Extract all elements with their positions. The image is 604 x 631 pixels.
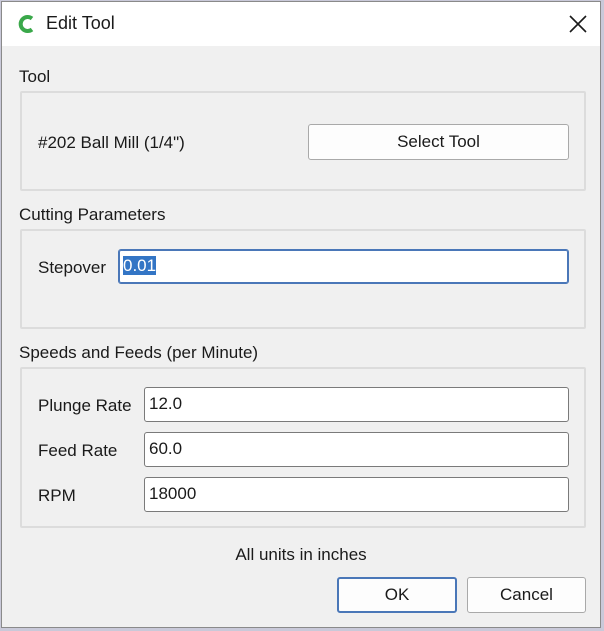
ok-button[interactable]: OK [337,577,457,613]
close-icon [569,15,587,33]
window-title: Edit Tool [46,13,115,33]
cancel-button[interactable]: Cancel [467,577,586,613]
stepover-label: Stepover [38,258,107,277]
plunge-rate-label: Plunge Rate [38,396,132,415]
rpm-input[interactable]: 18000 [144,477,569,512]
tool-name: #202 Ball Mill (1/4") [38,133,185,152]
cutting-parameters-group: Stepover 0.01 [20,229,586,329]
speeds-feeds-label: Speeds and Feeds (per Minute) [19,343,259,362]
tool-group: #202 Ball Mill (1/4") Select Tool [20,91,586,191]
title-bar: Edit Tool [2,2,600,46]
rpm-label: RPM [38,486,76,505]
tool-section-label: Tool [19,67,51,86]
select-tool-button[interactable]: Select Tool [308,124,569,160]
speeds-feeds-group: Plunge Rate 12.0 Feed Rate 60.0 RPM 1800… [20,367,586,528]
close-button[interactable] [554,2,600,46]
cutting-parameters-label: Cutting Parameters [19,205,166,224]
feed-rate-input[interactable]: 60.0 [144,432,569,467]
plunge-rate-input[interactable]: 12.0 [144,387,569,422]
app-logo-icon [18,14,36,34]
units-note: All units in inches [235,545,367,564]
edit-tool-dialog: Edit Tool Tool #202 Ball Mill (1/4") Sel… [1,1,601,628]
feed-rate-label: Feed Rate [38,441,118,460]
stepover-value: 0.01 [123,256,157,275]
stepover-input[interactable]: 0.01 [118,249,569,284]
